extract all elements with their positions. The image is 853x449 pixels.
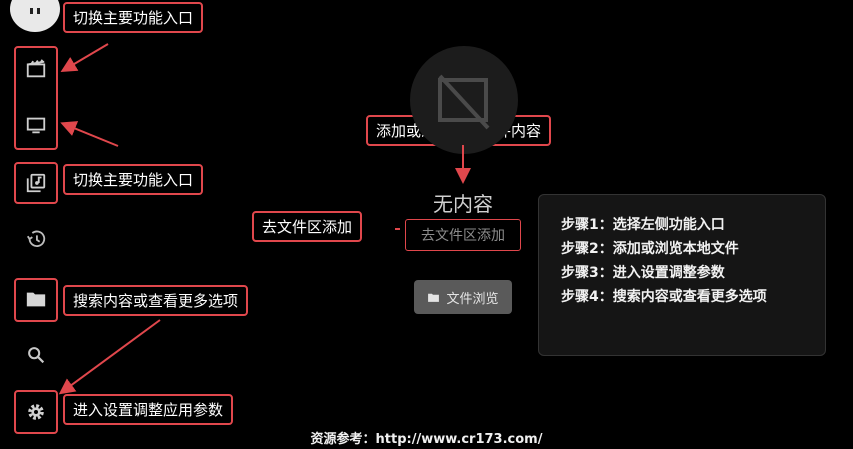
annotation-label-switch-main: 切换主要功能入口: [63, 2, 204, 33]
sidebar-item-files[interactable]: [19, 282, 53, 316]
file-browse-button[interactable]: 文件浏览: [414, 280, 512, 314]
sidebar-item-settings[interactable]: [19, 395, 53, 429]
sidebar-item-music[interactable]: [19, 166, 53, 200]
file-browse-label: 文件浏览: [446, 291, 499, 307]
tip-step: 步骤2：添加或浏览本地文件: [561, 241, 739, 257]
tv-icon: [26, 117, 46, 134]
tip-step: 步骤1：选择左侧功能入口: [561, 217, 725, 233]
annotation-arrow: [58, 319, 161, 395]
tips-panel: 步骤1：选择左侧功能入口 步骤2：添加或浏览本地文件 步骤3：进入设置调整参数 …: [538, 194, 826, 356]
folder-icon: [26, 292, 46, 307]
no-image-icon: [438, 74, 490, 130]
history-icon: [26, 230, 46, 248]
empty-state-illustration: [410, 46, 518, 154]
empty-state-title: 无内容: [433, 192, 493, 216]
sidebar-item-history[interactable]: [19, 222, 53, 256]
music-library-icon: [26, 173, 46, 193]
sidebar-item-search[interactable]: [19, 338, 53, 372]
avatar[interactable]: [10, 0, 60, 32]
annotation-label-go-files: 去文件区添加: [252, 211, 363, 242]
avatar-eye: [37, 8, 40, 14]
source-footer: 资源参考：http://www.cr173.com/: [310, 432, 543, 447]
annotation-arrow: [60, 43, 109, 73]
annotation-label-switch-main: 切换主要功能入口: [63, 164, 204, 195]
search-icon: [28, 347, 45, 364]
tip-step: 步骤3：进入设置调整参数: [561, 265, 725, 281]
gear-icon: [28, 404, 44, 420]
movie-icon: [26, 59, 46, 78]
sidebar-item-tv[interactable]: [19, 108, 53, 142]
sidebar-item-movies[interactable]: [19, 52, 53, 86]
annotation-label-search-more: 搜索内容或查看更多选项: [63, 285, 249, 316]
avatar-eye: [30, 8, 33, 14]
tip-step: 步骤4：搜索内容或查看更多选项: [561, 289, 767, 305]
folder-icon: [428, 293, 440, 302]
annotation-arrow: [60, 121, 119, 147]
go-to-files-link[interactable]: 去文件区添加: [405, 219, 521, 251]
annotation-label-settings: 进入设置调整应用参数: [63, 394, 234, 425]
